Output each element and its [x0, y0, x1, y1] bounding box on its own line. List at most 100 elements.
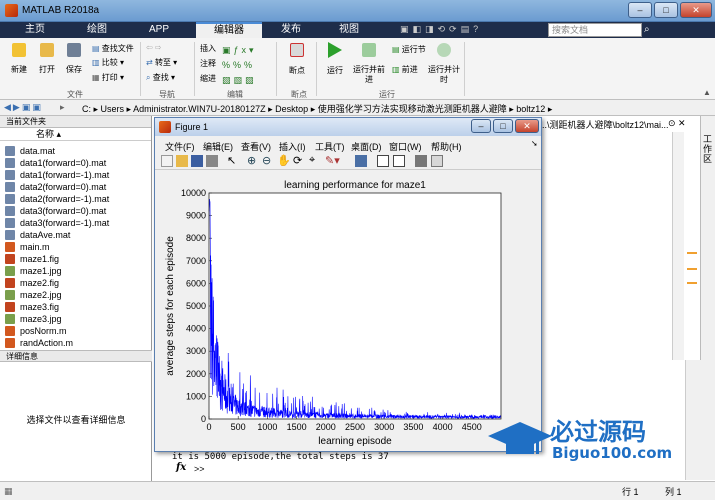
close-button[interactable]: ✕	[680, 2, 712, 18]
open-button[interactable]: 打开	[34, 64, 60, 75]
new-button[interactable]: 新建	[6, 64, 32, 75]
list-item[interactable]: data1(forward=0).mat	[0, 157, 150, 169]
folder-browse-icon[interactable]: ▸	[60, 102, 65, 113]
list-item[interactable]: posNorm.m	[0, 325, 150, 337]
menu-dock-icon[interactable]: ➘	[531, 139, 538, 148]
goto-icon: ⇄	[146, 58, 153, 67]
goto-button[interactable]: ⇄ 转至 ▾	[146, 57, 177, 68]
quick-access-toolbar[interactable]: ▣◧◨⟲⟳▤?	[400, 24, 482, 35]
breadcrumb[interactable]: C: ▸ Users ▸ Administrator.WIN7U-2018012…	[82, 102, 702, 114]
list-item[interactable]: maze1.jpg	[0, 265, 150, 277]
list-item[interactable]: data1(forward=-1).mat	[0, 169, 150, 181]
run-button[interactable]: 运行	[322, 65, 348, 76]
run-advance-button[interactable]: 运行并前进	[352, 65, 386, 85]
edit-tools-icons[interactable]: ▣ƒx▾%%% ▧▧▧	[222, 43, 272, 88]
editor-menu-icons[interactable]: ⊙ ✕	[668, 118, 686, 129]
zoom-in-icon[interactable]: ⊕	[247, 154, 256, 167]
breadcrumb-part[interactable]: Administrator.WIN7U-20180127Z	[133, 104, 266, 114]
editor-scrollbar[interactable]	[672, 132, 684, 360]
find-button[interactable]: ⌕ 查找 ▾	[146, 72, 175, 83]
tab-view[interactable]: 视图	[318, 22, 380, 38]
search-icon[interactable]: ⌕	[644, 24, 650, 35]
tab-home[interactable]: 主页	[4, 22, 66, 38]
list-item[interactable]: data2(forward=-1).mat	[0, 193, 150, 205]
file-name: data1(forward=-1).mat	[20, 170, 110, 180]
list-item[interactable]: maze3.jpg	[0, 313, 150, 325]
tab-publish[interactable]: 发布	[260, 22, 322, 38]
figure-minimize-button[interactable]: –	[471, 119, 491, 133]
tab-editor[interactable]: 编辑器	[196, 22, 262, 38]
list-item[interactable]: data.mat	[0, 145, 150, 157]
image-file-icon	[5, 290, 15, 300]
breadcrumb-part[interactable]: C:	[82, 104, 91, 114]
breadcrumb-part[interactable]: boltz12	[516, 104, 545, 114]
title-bar: MATLAB R2018a – □ ✕	[0, 0, 715, 22]
list-item[interactable]: maze2.jpg	[0, 289, 150, 301]
list-item[interactable]: data3(forward=0).mat	[0, 205, 150, 217]
brush-icon[interactable]: ✎▾	[325, 154, 340, 167]
data-cursor-icon[interactable]: ⌖	[309, 154, 315, 167]
advance-button[interactable]: ▥ 前进	[392, 64, 418, 75]
fx-icon[interactable]: fx	[176, 462, 186, 473]
workspace-collapsed[interactable]: 工作区	[700, 116, 715, 361]
axes-background	[209, 193, 501, 419]
search-input[interactable]: 搜索文档	[548, 23, 642, 37]
warning-marker	[687, 252, 697, 254]
file-name: data1(forward=0).mat	[20, 158, 107, 168]
file-name: maze3.jpg	[20, 314, 62, 324]
print-icon: ▦	[92, 73, 100, 82]
breadcrumb-part[interactable]: Users	[101, 104, 125, 114]
file-name: data3(forward=-1).mat	[20, 218, 110, 228]
tab-plots[interactable]: 绘图	[66, 22, 128, 38]
rotate-icon[interactable]: ⟳	[293, 154, 302, 167]
comment-button[interactable]: 注释	[200, 58, 216, 69]
legend-icon[interactable]	[393, 155, 405, 167]
save-figure-icon[interactable]	[191, 155, 203, 167]
list-item[interactable]: dataAve.mat	[0, 229, 150, 241]
colorbar-icon[interactable]	[377, 155, 389, 167]
show-plot-tools-icon[interactable]	[431, 155, 443, 167]
list-item[interactable]: data2(forward=0).mat	[0, 181, 150, 193]
list-item[interactable]: maze3.fig	[0, 301, 150, 313]
figure-window[interactable]: Figure 1 – □ ✕ 文件(F) 编辑(E) 查看(V) 插入(I) 工…	[154, 117, 542, 452]
find-files-button[interactable]: ▤ 查找文件	[92, 43, 134, 54]
list-item[interactable]: maze1.fig	[0, 253, 150, 265]
minimize-button[interactable]: –	[628, 2, 652, 18]
compare-button[interactable]: ▥ 比较 ▾	[92, 57, 124, 68]
file-name: posNorm.m	[20, 326, 67, 336]
column-header[interactable]: 名称 ▴	[0, 128, 151, 141]
list-item[interactable]: randAction.m	[0, 337, 150, 349]
run-time-button[interactable]: 运行并计时	[428, 65, 460, 85]
breadcrumb-part[interactable]: Desktop	[275, 104, 308, 114]
list-item[interactable]: data3(forward=-1).mat	[0, 217, 150, 229]
command-prompt[interactable]: >>	[194, 464, 205, 474]
nav-arrows-icon[interactable]: ◀▶▣▣	[4, 102, 43, 113]
figure-close-button[interactable]: ✕	[515, 119, 539, 133]
insert-button[interactable]: 插入	[200, 43, 216, 54]
breakpoints-button[interactable]: 断点	[284, 65, 310, 76]
print-figure-icon[interactable]	[206, 155, 218, 167]
zoom-out-icon[interactable]: ⊖	[262, 154, 271, 167]
link-plot-icon[interactable]	[355, 155, 367, 167]
list-item[interactable]: main.m	[0, 241, 150, 253]
print-button[interactable]: ▦ 打印 ▾	[92, 72, 124, 83]
run-section-button[interactable]: ▤ 运行节	[392, 44, 426, 55]
figure-title-bar[interactable]: Figure 1 – □ ✕	[155, 118, 541, 136]
plot-area: 0 500 1000 1500 2000 2500 3000 3500 4000 4500 0 100…	[155, 171, 541, 451]
list-item[interactable]: maze2.fig	[0, 277, 150, 289]
pan-icon[interactable]: ✋	[277, 154, 291, 167]
indent-button[interactable]: 缩进	[200, 73, 216, 84]
group-label-edit: 编辑	[227, 90, 243, 99]
collapse-toolstrip-icon[interactable]: ▲	[703, 88, 711, 97]
hide-plot-tools-icon[interactable]	[415, 155, 427, 167]
image-file-icon	[5, 266, 15, 276]
figure-maximize-button[interactable]: □	[493, 119, 513, 133]
nav-back-forward-icon[interactable]: ⇦ ⇨	[146, 43, 162, 52]
pointer-icon[interactable]: ↖	[227, 154, 236, 167]
tab-apps[interactable]: APP	[128, 22, 190, 38]
breadcrumb-part[interactable]: 使用强化学习方法实现移动激光测距机器人避障	[318, 104, 507, 114]
save-button[interactable]: 保存	[61, 64, 87, 75]
maximize-button[interactable]: □	[654, 2, 678, 18]
open-file-icon[interactable]	[176, 155, 188, 167]
new-figure-icon[interactable]	[161, 155, 173, 167]
